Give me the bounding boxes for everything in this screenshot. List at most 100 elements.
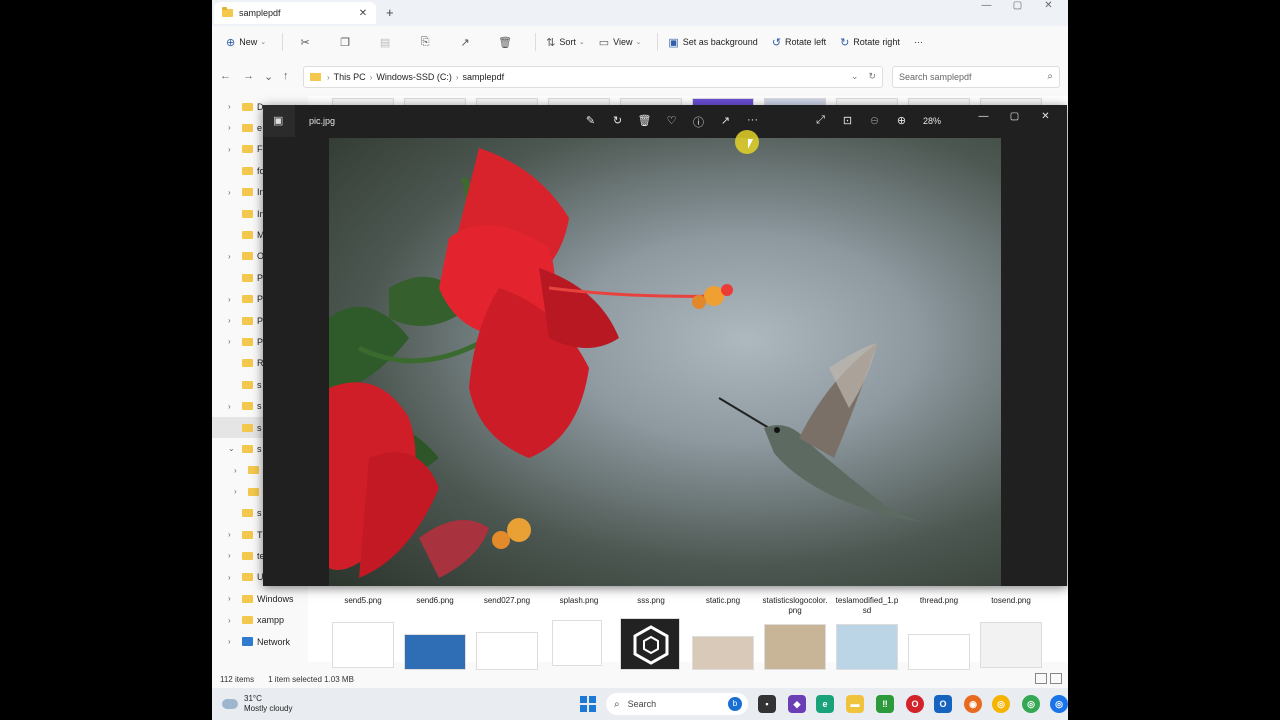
recent-icon[interactable]: ⌄ xyxy=(264,70,273,83)
file-thumbnail[interactable] xyxy=(620,618,680,670)
chevron-right-icon[interactable]: › xyxy=(228,530,240,539)
chevron-right-icon[interactable]: › xyxy=(228,402,240,411)
chevron-right-icon[interactable]: › xyxy=(228,145,240,154)
edge-icon[interactable]: e xyxy=(816,695,834,713)
app-icon[interactable]: ‼ xyxy=(876,695,894,713)
forward-icon[interactable]: → xyxy=(243,70,254,82)
chevron-right-icon[interactable]: › xyxy=(228,295,240,304)
thumbnail-view-icon[interactable] xyxy=(1050,673,1062,684)
file-thumbnail[interactable] xyxy=(836,624,898,670)
chrome-icon[interactable]: ◎ xyxy=(1022,695,1040,713)
file-name[interactable]: send6.png xyxy=(402,596,468,606)
file-name[interactable]: tosend.png xyxy=(978,596,1044,606)
sidebar-item-network[interactable]: › Network xyxy=(212,631,308,652)
file-name[interactable]: splash.png xyxy=(546,596,612,606)
trash-icon[interactable]: 🗑 xyxy=(631,114,658,130)
chevron-right-icon[interactable]: › xyxy=(228,573,240,582)
sidebar-item[interactable]: › Windows xyxy=(212,588,308,609)
chevron-right-icon[interactable]: › xyxy=(234,466,246,475)
zoom-out-icon[interactable]: ⊖ xyxy=(861,114,888,127)
actual-size-icon[interactable]: ⊡ xyxy=(834,114,861,127)
file-thumbnail[interactable] xyxy=(476,632,538,670)
file-name[interactable]: sss.png xyxy=(618,596,684,606)
weather-widget[interactable]: 31°C Mostly cloudy xyxy=(222,694,292,714)
start-button[interactable] xyxy=(580,696,596,712)
minimize-button[interactable]: — xyxy=(968,111,999,122)
view-button[interactable]: ▭ View ⌄ xyxy=(595,31,646,53)
delete-button[interactable]: 🗑 xyxy=(489,31,521,53)
minimize-button[interactable]: — xyxy=(971,0,1002,12)
tab-samplepdf[interactable]: samplepdf ✕ xyxy=(214,2,376,24)
close-icon[interactable]: ✕ xyxy=(356,8,370,19)
set-background-button[interactable]: ▣ Set as background xyxy=(664,31,761,53)
rotate-right-button[interactable]: ↻ Rotate right xyxy=(836,31,904,53)
sidebar-item[interactable]: › xampp xyxy=(212,610,308,631)
close-button[interactable]: ✕ xyxy=(1033,0,1064,12)
file-name[interactable]: send027.png xyxy=(474,596,540,606)
chevron-right-icon[interactable]: › xyxy=(234,487,246,496)
file-name[interactable]: send5.png xyxy=(330,596,396,606)
chevron-right-icon[interactable]: › xyxy=(228,594,240,603)
chevron-right-icon[interactable]: › xyxy=(228,102,240,111)
chevron-right-icon[interactable]: › xyxy=(228,616,240,625)
file-thumbnail[interactable] xyxy=(764,624,826,670)
file-name[interactable]: static.png xyxy=(690,596,756,606)
file-thumbnail[interactable] xyxy=(692,636,754,670)
chevron-right-icon[interactable]: › xyxy=(228,337,240,346)
fullscreen-icon[interactable]: ⤢ xyxy=(807,114,834,127)
breadcrumb-this-pc[interactable]: This PC xyxy=(334,72,366,82)
gallery-toggle[interactable]: ▣ xyxy=(263,105,295,137)
firefox-icon[interactable]: ◉ xyxy=(964,695,982,713)
maximize-button[interactable]: ▢ xyxy=(1002,0,1033,12)
chevron-right-icon[interactable]: › xyxy=(228,637,240,646)
refresh-icon[interactable]: ⌄ ↻ xyxy=(851,71,876,82)
paste-button[interactable]: ▤ xyxy=(369,31,401,53)
task-view-icon[interactable]: ▪ xyxy=(758,695,776,713)
heart-icon[interactable]: ♡ xyxy=(658,114,685,130)
cut-button[interactable]: ✂ xyxy=(289,31,321,53)
file-name[interactable]: teslamodified_1.psd xyxy=(834,596,900,616)
breadcrumb-drive[interactable]: Windows-SSD (C:) xyxy=(376,72,452,82)
chrome-canary-icon[interactable]: ◎ xyxy=(992,695,1010,713)
back-icon[interactable]: ← xyxy=(220,70,231,82)
edit-icon[interactable]: ✎ xyxy=(577,114,604,130)
rotate-left-button[interactable]: ↺ Rotate left xyxy=(768,31,830,53)
breadcrumb-folder[interactable]: samplepdf xyxy=(463,72,505,82)
close-button[interactable]: ✕ xyxy=(1030,111,1061,122)
taskbar-search[interactable]: ⌕ Search b xyxy=(606,693,748,715)
more-icon[interactable]: ··· xyxy=(739,114,766,130)
new-tab-button[interactable]: + xyxy=(386,5,394,20)
chevron-right-icon[interactable]: › xyxy=(228,551,240,560)
file-thumbnail[interactable] xyxy=(332,622,394,668)
file-thumbnail[interactable] xyxy=(980,622,1042,668)
file-name[interactable]: statisticslogocolor.png xyxy=(762,596,828,616)
rotate-icon[interactable]: ↻ xyxy=(604,114,631,130)
new-button[interactable]: ⊕ New ⌄ xyxy=(222,31,270,53)
zoom-level[interactable]: 28% xyxy=(923,116,941,126)
chevron-right-icon[interactable]: › xyxy=(228,316,240,325)
chevron-right-icon[interactable]: › xyxy=(228,188,240,197)
file-thumbnail[interactable] xyxy=(552,620,602,666)
zoom-in-icon[interactable]: ⊕ xyxy=(888,114,915,127)
address-bar[interactable]: › This PC › Windows-SSD (C:) › samplepdf… xyxy=(303,66,883,88)
share-button[interactable]: ↗ xyxy=(449,31,481,53)
up-icon[interactable]: ↑ xyxy=(283,70,289,82)
chevron-right-icon[interactable]: › xyxy=(228,252,240,261)
search-box[interactable]: Search samplepdf ⌕ xyxy=(892,66,1060,88)
chevron-right-icon[interactable]: ⌄ xyxy=(228,444,240,453)
sort-button[interactable]: ⇅ Sort ⌄ xyxy=(542,31,589,53)
info-icon[interactable]: ⓘ xyxy=(685,114,712,130)
bing-icon[interactable]: b xyxy=(728,697,742,711)
share-icon[interactable]: ↗ xyxy=(712,114,739,130)
copy-button[interactable]: ❐ xyxy=(329,31,361,53)
rename-button[interactable]: ⎘ xyxy=(409,31,441,53)
details-view-icon[interactable] xyxy=(1035,673,1047,684)
chrome-icon-2[interactable]: ◎ xyxy=(1050,695,1068,713)
visual-studio-icon[interactable]: ◆ xyxy=(788,695,806,713)
more-options-button[interactable]: ··· xyxy=(910,31,927,53)
file-name[interactable]: thread.png xyxy=(906,596,972,606)
file-thumbnail[interactable] xyxy=(404,634,466,670)
file-thumbnail[interactable] xyxy=(908,634,970,670)
chevron-right-icon[interactable]: › xyxy=(228,123,240,132)
outlook-icon[interactable]: O xyxy=(934,695,952,713)
